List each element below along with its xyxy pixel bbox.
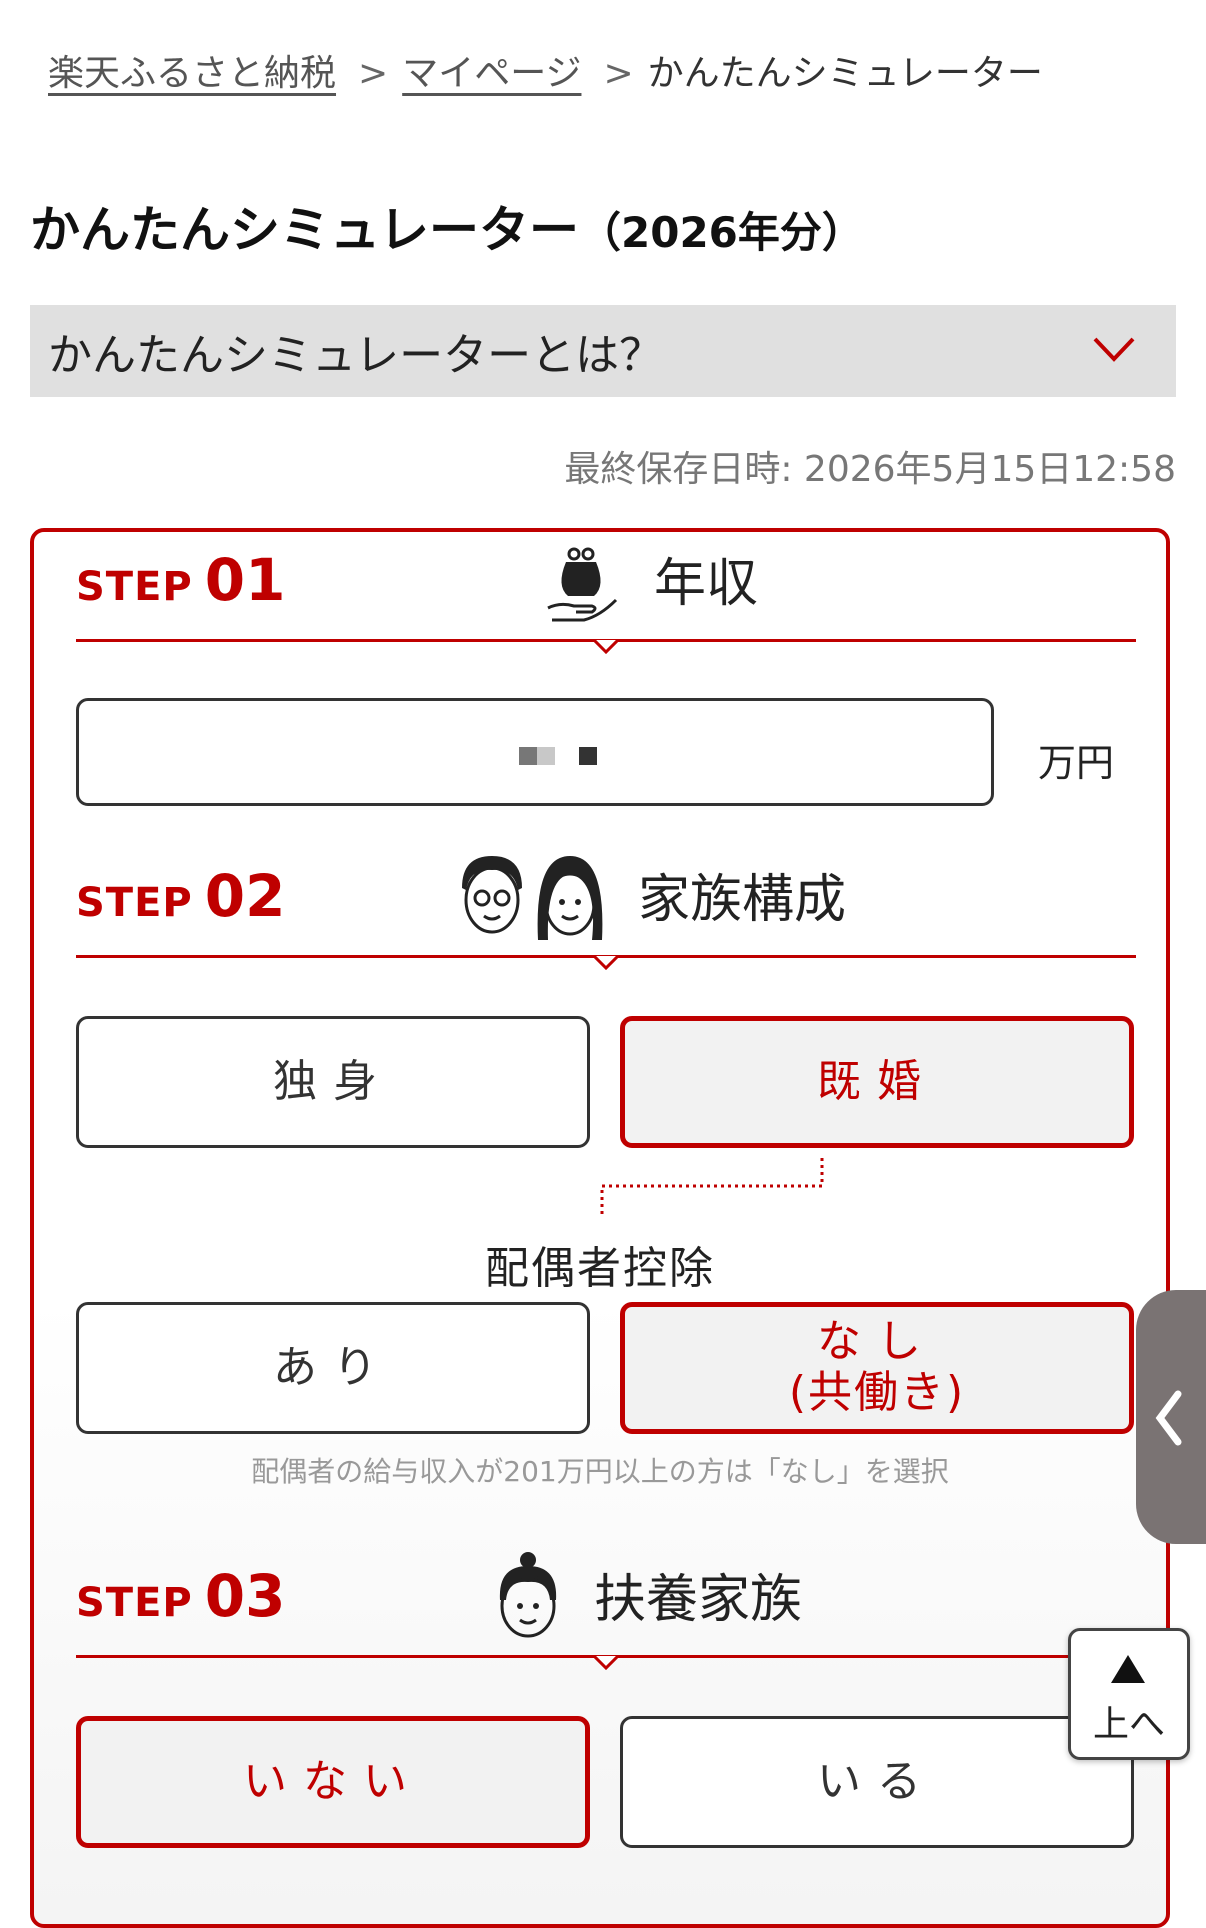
step-01-title: 年収 [654, 554, 759, 614]
divider-notch [594, 640, 618, 654]
dependents-none-button[interactable]: いない [76, 1716, 590, 1848]
spouse-deduction-no-button[interactable]: なし (共働き) [620, 1302, 1134, 1434]
back-to-top-button[interactable]: 上へ [1068, 1628, 1190, 1760]
simulator-card: STEP 01 年収 万円 STEP 02 家族構成 独身 既婚 配偶者控除 あ… [30, 528, 1170, 1928]
masked-value [519, 747, 597, 765]
family-married-button[interactable]: 既婚 [620, 1016, 1134, 1148]
last-saved-text: 最終保存日時: 2026年5月15日12:58 [564, 449, 1176, 490]
divider-notch [594, 956, 618, 970]
spouse-deduction-label: 配偶者控除 [485, 1243, 715, 1294]
page-title-text: かんたんシミュレーター [30, 201, 579, 259]
spouse-deduction-note: 配偶者の給与収入が201万円以上の方は「なし」を選択 [251, 1455, 949, 1488]
step-02-title: 家族構成 [638, 870, 847, 930]
couple-icon [462, 856, 603, 940]
child-icon [499, 1552, 557, 1638]
family-single-button[interactable]: 独身 [76, 1016, 590, 1148]
page-title: かんたんシミュレーター（2026年分） [30, 190, 864, 262]
step-02-header: STEP 02 家族構成 [76, 856, 1136, 970]
income-unit: 万円 [1038, 741, 1115, 785]
step-02-label: STEP 02 [76, 862, 286, 930]
breadcrumb: 楽天ふるさと納税 > マイページ > かんたんシミュレーター [48, 44, 1043, 96]
chevron-left-icon [1155, 1390, 1182, 1446]
about-accordion-label: かんたんシミュレーターとは？ [48, 330, 664, 381]
breadcrumb-link-furusato[interactable]: 楽天ふるさと納税 [48, 53, 336, 94]
breadcrumb-separator: > [603, 53, 634, 94]
step-03-label: STEP 03 [76, 1562, 286, 1630]
income-input[interactable] [76, 698, 994, 806]
page-title-year: （2026年分） [579, 208, 864, 257]
breadcrumb-link-mypage[interactable]: マイページ [402, 53, 581, 94]
dotted-connector [600, 1158, 824, 1214]
spouse-deduction-yes-button[interactable]: あり [76, 1302, 590, 1434]
step-03-title: 扶養家族 [594, 1570, 803, 1630]
chevron-down-icon [1093, 337, 1135, 362]
side-drawer-tab[interactable] [1136, 1290, 1206, 1544]
back-to-top-label: 上へ [1092, 1704, 1165, 1745]
breadcrumb-current: かんたんシミュレーター [647, 53, 1043, 94]
step-01-label: STEP 01 [76, 546, 286, 614]
step-01-header: STEP 01 年収 [76, 546, 1136, 654]
step-03-header: STEP 03 扶養家族 [76, 1552, 1136, 1670]
breadcrumb-separator: > [358, 53, 389, 94]
about-accordion[interactable]: かんたんシミュレーターとは？ [30, 305, 1176, 397]
dependents-some-button[interactable]: いる [620, 1716, 1134, 1848]
triangle-up-icon [1111, 1655, 1145, 1683]
divider-notch [594, 1656, 618, 1670]
wallet-hand-icon [547, 547, 618, 622]
